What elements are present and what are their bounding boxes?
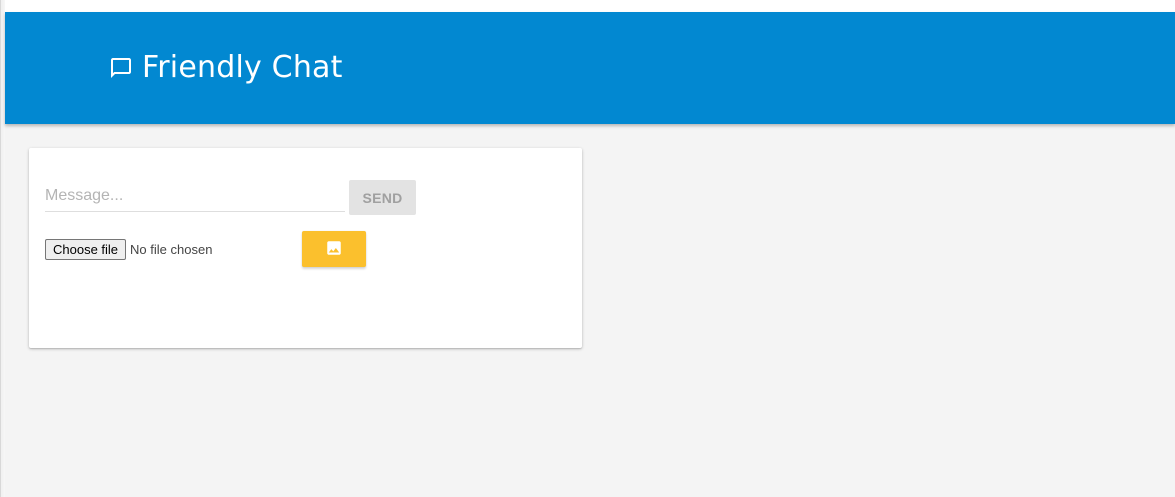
send-button[interactable]: SEND <box>349 180 416 215</box>
image-icon <box>325 239 343 260</box>
brand: Friendly Chat <box>109 48 343 88</box>
chat-bubble-icon <box>109 56 133 80</box>
app-header: Friendly Chat <box>5 12 1175 124</box>
file-status-text: No file chosen <box>130 241 213 257</box>
message-input[interactable] <box>45 182 345 210</box>
message-form-card: SEND Choose file No file chosen <box>29 148 582 348</box>
app-container: Friendly Chat SEND Choose file No file c… <box>5 12 1175 497</box>
upload-image-button[interactable] <box>302 231 366 267</box>
app-title: Friendly Chat <box>142 50 343 85</box>
browser-top-strip <box>0 0 1175 12</box>
message-field <box>45 182 345 212</box>
file-picker: Choose file No file chosen <box>45 238 212 260</box>
choose-file-button[interactable]: Choose file <box>45 238 127 260</box>
